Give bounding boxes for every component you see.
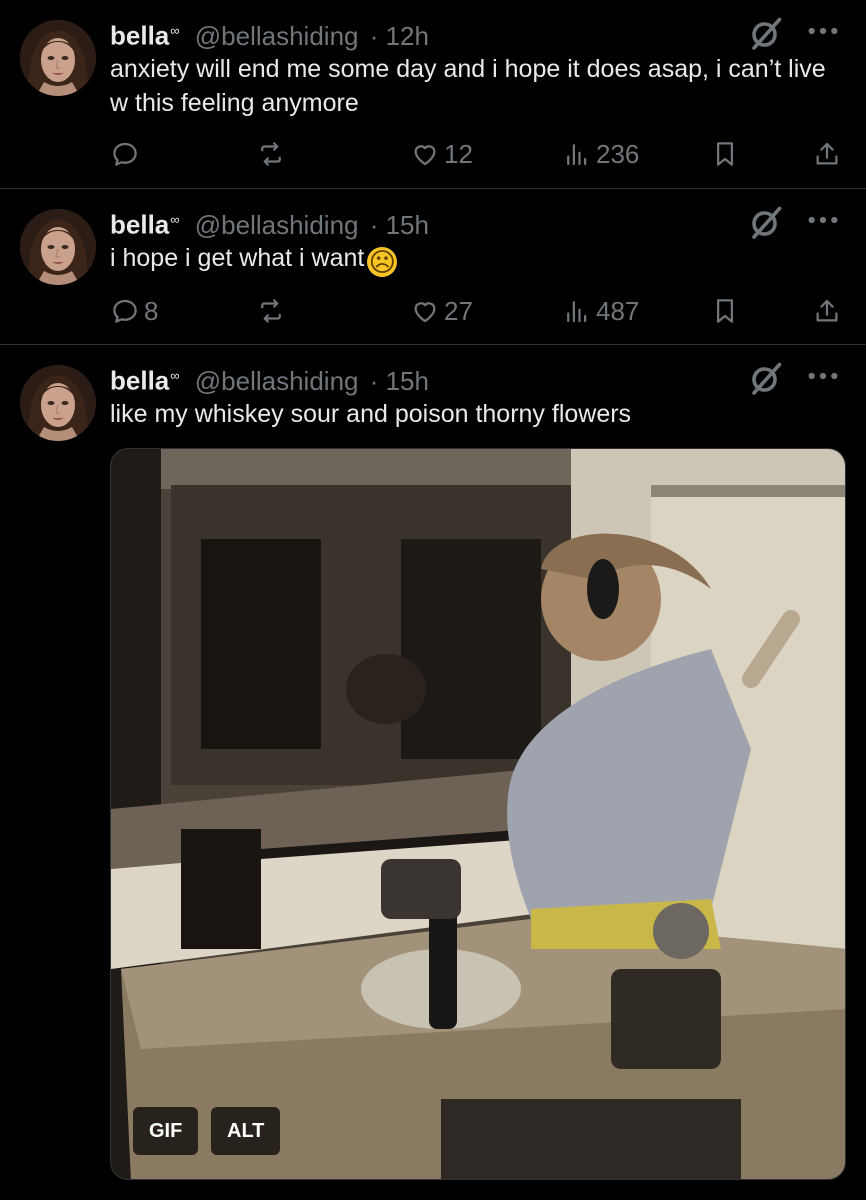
share-button[interactable]	[812, 134, 842, 174]
like-count: 27	[444, 295, 473, 326]
avatar[interactable]	[20, 20, 96, 96]
timestamp[interactable]: · 15h	[370, 210, 429, 240]
avatar[interactable]	[20, 209, 96, 285]
tweet-text: anxiety will end me some day and i hope …	[110, 55, 826, 117]
action-bar: 8 27 487	[0, 291, 866, 331]
gif-media[interactable]: GIF ALT	[110, 448, 846, 1180]
like-button[interactable]: 12	[410, 134, 473, 174]
share-icon	[812, 139, 842, 169]
views-icon	[562, 139, 592, 169]
reply-button[interactable]: 8	[110, 291, 158, 331]
grok-icon[interactable]	[748, 15, 784, 51]
gif-image	[111, 449, 845, 1179]
alt-badge[interactable]: ALT	[211, 1107, 281, 1155]
bookmark-icon	[710, 139, 740, 169]
repost-icon	[256, 296, 286, 326]
like-icon	[410, 296, 440, 326]
views-icon	[562, 296, 592, 326]
display-name[interactable]: bella	[110, 366, 169, 396]
tweet-header: bella∞ @bellashiding · 12h	[110, 14, 429, 53]
display-name[interactable]: bella	[110, 21, 169, 51]
handle[interactable]: @bellashiding	[195, 210, 359, 240]
reply-icon	[110, 296, 140, 326]
tweet[interactable]: bella∞ @bellashiding · 12h anxiety will …	[0, 0, 866, 189]
share-button[interactable]	[812, 291, 842, 331]
reply-count: 8	[144, 295, 159, 326]
like-count: 12	[444, 138, 473, 169]
tweet-header: bella∞ @bellashiding · 15h	[110, 359, 429, 398]
more-icon[interactable]	[806, 18, 840, 44]
bookmark-button[interactable]	[710, 134, 740, 174]
gif-badge: GIF	[133, 1107, 199, 1155]
timestamp[interactable]: · 15h	[370, 366, 429, 396]
tweet-text: like my whiskey sour and poison thorny f…	[110, 400, 632, 428]
bookmark-button[interactable]	[710, 291, 740, 331]
share-icon	[812, 296, 842, 326]
name-mark: ∞	[170, 212, 180, 227]
tweet-text: i hope i get what i want ☹	[110, 241, 850, 277]
handle[interactable]: @bellashiding	[195, 21, 359, 51]
frown-emoji: ☹	[367, 247, 398, 277]
grok-icon[interactable]	[748, 204, 784, 240]
view-count: 236	[596, 138, 640, 169]
tweet-header: bella∞ @bellashiding · 15h	[110, 203, 429, 242]
tweet[interactable]: bella∞ @bellashiding · 15h i hope i get …	[0, 189, 866, 345]
avatar[interactable]	[20, 365, 96, 441]
timestamp[interactable]: · 12h	[370, 21, 429, 51]
like-button[interactable]: 27	[410, 291, 473, 331]
repost-button[interactable]	[256, 134, 290, 174]
tweet-text-body: i hope i get what i want	[110, 244, 365, 272]
handle[interactable]: @bellashiding	[195, 366, 359, 396]
view-count: 487	[596, 295, 640, 326]
name-mark: ∞	[170, 368, 180, 383]
repost-button[interactable]	[256, 291, 290, 331]
bookmark-icon	[710, 296, 740, 326]
like-icon	[410, 139, 440, 169]
grok-icon[interactable]	[748, 360, 784, 396]
action-bar: 12 236	[0, 134, 866, 174]
display-name[interactable]: bella	[110, 210, 169, 240]
views-button[interactable]: 236	[562, 134, 639, 174]
repost-icon	[256, 139, 286, 169]
more-icon[interactable]	[806, 207, 840, 233]
reply-icon	[110, 139, 140, 169]
more-icon[interactable]	[806, 363, 840, 389]
views-button[interactable]: 487	[562, 291, 639, 331]
name-mark: ∞	[170, 23, 180, 38]
reply-button[interactable]	[110, 134, 144, 174]
